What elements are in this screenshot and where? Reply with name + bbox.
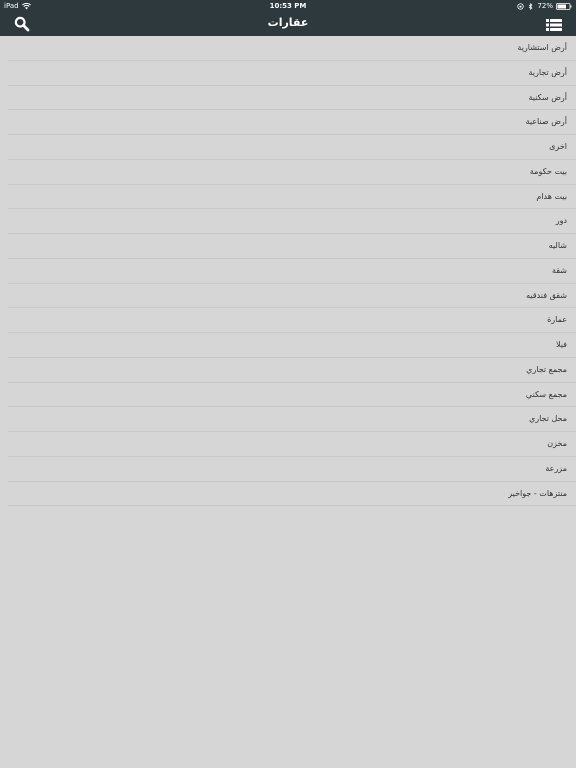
- battery-percent: 72%: [537, 2, 553, 10]
- list-item[interactable]: أرض استشارية: [8, 36, 576, 61]
- app-screen: iPad 10:53 PM 72% عقارات أرض استشارية أر…: [0, 0, 576, 768]
- list-item[interactable]: محل تجاري: [8, 407, 576, 432]
- list-item[interactable]: مجمع سكني: [8, 383, 576, 408]
- status-time: 10:53 PM: [269, 2, 307, 10]
- list-item[interactable]: دور: [8, 209, 576, 234]
- menu-button[interactable]: [546, 17, 562, 31]
- status-right: 72%: [517, 0, 572, 12]
- list-item[interactable]: مزرعة: [8, 457, 576, 482]
- list-item[interactable]: بيت هدام: [8, 185, 576, 210]
- page-title: عقارات: [267, 16, 309, 29]
- list-item[interactable]: أرض سكنية: [8, 86, 576, 111]
- battery-icon: [556, 2, 572, 10]
- orientation-lock-icon: [517, 2, 525, 10]
- bluetooth-icon: [529, 2, 533, 10]
- list-item[interactable]: شقق فندقيه: [8, 284, 576, 309]
- list-item[interactable]: مجمع تجاري: [8, 358, 576, 383]
- status-bar: iPad 10:53 PM 72%: [0, 0, 576, 12]
- category-list: أرض استشارية أرض تجارية أرض سكنية أرض صن…: [0, 36, 576, 507]
- nav-bar: عقارات: [0, 12, 576, 36]
- header: iPad 10:53 PM 72% عقارات: [0, 0, 576, 36]
- list-item[interactable]: شقة: [8, 259, 576, 284]
- list-item[interactable]: اخرى: [8, 135, 576, 160]
- list-item[interactable]: بيت حكومة: [8, 160, 576, 185]
- list-item[interactable]: فيلا: [8, 333, 576, 358]
- list-item[interactable]: منتزهات - جواخير: [8, 482, 576, 507]
- list-item[interactable]: أرض تجارية: [8, 61, 576, 86]
- list-item[interactable]: مخزن: [8, 432, 576, 457]
- list-item[interactable]: شاليه: [8, 234, 576, 259]
- list-menu-icon: [546, 19, 562, 31]
- list-item[interactable]: أرض صناعية: [8, 110, 576, 135]
- list-item[interactable]: عمارة: [8, 308, 576, 333]
